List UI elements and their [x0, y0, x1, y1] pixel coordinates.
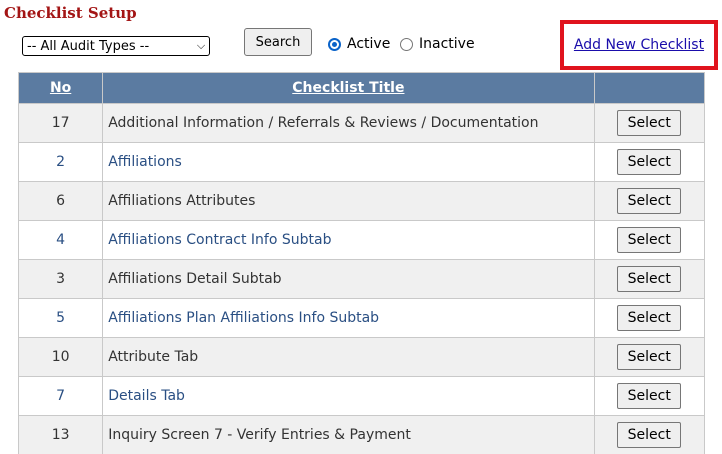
row-number: 2 — [17, 142, 104, 182]
table-row: 17 Additional Information / Referrals & … — [17, 103, 706, 143]
add-new-checklist-link[interactable]: Add New Checklist — [574, 37, 704, 53]
radio-inactive-label: Inactive — [419, 36, 475, 52]
checklist-setup-page: Checklist Setup -- All Audit Types -- ⌵ … — [0, 0, 722, 454]
search-button[interactable]: Search — [244, 28, 312, 56]
table-row: 4 Affiliations Contract Info Subtab Sele… — [17, 220, 706, 260]
row-title: Attribute Tab — [102, 337, 595, 377]
table-row: 3 Affiliations Detail Subtab Select — [17, 259, 706, 299]
page-title: Checklist Setup — [4, 4, 137, 22]
row-number: 17 — [17, 103, 104, 143]
row-title: Details Tab — [102, 376, 595, 416]
select-button[interactable]: Select — [617, 227, 682, 253]
table-row: 10 Attribute Tab Select — [17, 337, 706, 377]
audit-type-selected-value: -- All Audit Types -- — [27, 38, 150, 54]
radio-active-checked[interactable] — [328, 37, 341, 51]
row-title: Inquiry Screen 7 - Verify Entries & Paym… — [102, 415, 595, 454]
table-header-row: No Checklist Title — [17, 72, 706, 104]
row-title: Affiliations Detail Subtab — [102, 259, 595, 299]
select-button[interactable]: Select — [617, 422, 682, 448]
select-button[interactable]: Select — [617, 110, 682, 136]
select-button[interactable]: Select — [617, 383, 682, 409]
select-button[interactable]: Select — [617, 344, 682, 370]
radio-active-label: Active — [347, 36, 391, 52]
select-button[interactable]: Select — [617, 149, 682, 175]
row-title: Affiliations Contract Info Subtab — [102, 220, 595, 260]
table-row: 7 Details Tab Select — [17, 376, 706, 416]
radio-inactive-unchecked[interactable] — [400, 37, 413, 51]
table-row: 13 Inquiry Screen 7 - Verify Entries & P… — [17, 415, 706, 454]
row-number: 5 — [17, 298, 104, 338]
row-number: 13 — [17, 415, 104, 454]
row-number: 3 — [17, 259, 104, 299]
column-header-checklist-title[interactable]: Checklist Title — [102, 72, 595, 104]
row-title: Additional Information / Referrals & Rev… — [102, 103, 595, 143]
checklist-table: No Checklist Title 17 Additional Informa… — [17, 72, 706, 454]
row-number: 7 — [17, 376, 104, 416]
chevron-down-icon: ⌵ — [196, 39, 206, 52]
row-title: Affiliations Attributes — [102, 181, 595, 221]
column-header-no[interactable]: No — [17, 72, 104, 104]
row-number: 10 — [17, 337, 104, 377]
row-number: 4 — [17, 220, 104, 260]
row-title: Affiliations — [102, 142, 595, 182]
row-title: Affiliations Plan Affiliations Info Subt… — [102, 298, 595, 338]
status-radio-inactive[interactable]: Inactive — [400, 34, 475, 54]
select-button[interactable]: Select — [617, 305, 682, 331]
add-new-checklist-highlight: Add New Checklist — [560, 20, 718, 70]
column-header-action — [593, 72, 706, 104]
row-number: 6 — [17, 181, 104, 221]
audit-type-select[interactable]: -- All Audit Types -- ⌵ — [22, 36, 210, 56]
table-row: 2 Affiliations Select — [17, 142, 706, 182]
status-radio-active[interactable]: Active — [328, 34, 390, 54]
select-button[interactable]: Select — [617, 188, 682, 214]
table-row: 6 Affiliations Attributes Select — [17, 181, 706, 221]
select-button[interactable]: Select — [617, 266, 682, 292]
table-row: 5 Affiliations Plan Affiliations Info Su… — [17, 298, 706, 338]
